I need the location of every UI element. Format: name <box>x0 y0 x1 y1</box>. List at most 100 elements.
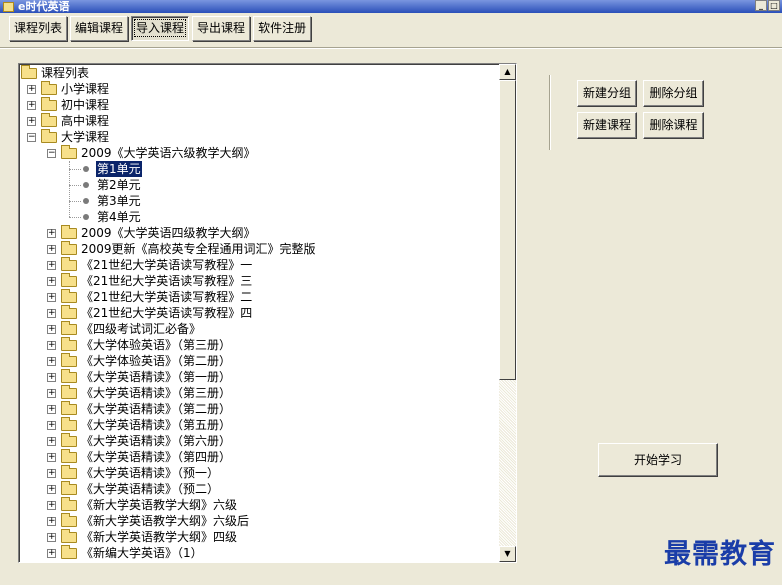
collapse-icon[interactable]: − <box>47 149 56 158</box>
tree-leaf[interactable]: 第4单元 <box>19 209 500 225</box>
delete-group-button[interactable]: 删除分组 <box>643 80 704 107</box>
toolbar-button[interactable]: 导出课程 <box>192 16 251 41</box>
expand-icon[interactable]: + <box>47 229 56 238</box>
tree-node[interactable]: + 《大学英语精读》（第一册） <box>19 369 500 385</box>
tree-leaf[interactable]: 第1单元 <box>19 161 500 177</box>
tree-node[interactable]: + 《大学英语精读》（第三册） <box>19 385 500 401</box>
expand-icon[interactable]: + <box>47 421 56 430</box>
folder-icon <box>61 225 77 239</box>
expand-icon[interactable]: + <box>47 357 56 366</box>
expand-icon[interactable]: + <box>47 501 56 510</box>
tree-node[interactable]: + 《新大学英语教学大纲》六级 <box>19 497 500 513</box>
toolbar-button-label: 软件注册 <box>258 21 307 35</box>
folder-icon <box>61 433 77 447</box>
expand-icon[interactable]: + <box>47 517 56 526</box>
folder-icon <box>41 113 57 127</box>
tree-node[interactable]: + 高中课程 <box>19 113 500 129</box>
delete-course-button[interactable]: 删除课程 <box>643 112 704 139</box>
tree-node[interactable]: + 《大学体验英语》（第三册） <box>19 337 500 353</box>
tree-node-label: 第4单元 <box>97 210 141 224</box>
expand-icon[interactable]: + <box>47 245 56 254</box>
folder-icon <box>61 145 77 159</box>
bullet-icon <box>83 166 89 172</box>
toolbar-button-label: 编辑课程 <box>75 21 124 35</box>
tree-node[interactable]: +2009《大学英语四级教学大纲》 <box>19 225 500 241</box>
tree-node[interactable]: + 《21世纪大学英语读写教程》四 <box>19 305 500 321</box>
tree-node[interactable]: + 《大学英语精读》（第四册） <box>19 449 500 465</box>
tree-node[interactable]: + 《四级考试词汇必备》 <box>19 321 500 337</box>
scroll-up-button[interactable]: ▲ <box>499 64 516 80</box>
folder-icon <box>61 241 77 255</box>
new-group-button[interactable]: 新建分组 <box>577 80 637 107</box>
bullet-icon <box>83 182 89 188</box>
expand-icon[interactable]: + <box>47 453 56 462</box>
maximize-button[interactable]: □ <box>768 0 780 11</box>
expand-icon[interactable]: + <box>47 389 56 398</box>
toolbar-button[interactable]: 编辑课程 <box>70 16 129 41</box>
expand-icon[interactable]: + <box>27 85 36 94</box>
expand-icon[interactable]: + <box>47 533 56 542</box>
tree-node[interactable]: + 《大学英语精读》（第五册） <box>19 417 500 433</box>
bullet-icon <box>83 198 89 204</box>
tree-node[interactable]: + 《新大学英语教学大纲》六级后 <box>19 513 500 529</box>
tree-node[interactable]: + 《大学英语精读》（预二） <box>19 481 500 497</box>
tree-scrollbar[interactable]: ▲ ▼ <box>499 64 516 562</box>
tree-node[interactable]: + 《新大学英语教学大纲》四级 <box>19 529 500 545</box>
tree-node-label: 课程列表 <box>41 66 90 80</box>
tree-node[interactable]: − 2009《大学英语六级教学大纲》 <box>19 145 500 161</box>
course-tree-panel: 课程列表 + 小学课程 + 初中课程 + 高中课程 − 大学课程 −2009《大学英语六级教学大纲… <box>18 63 517 563</box>
tree-node-label: 《21世纪大学英语读写教程》四 <box>81 306 253 320</box>
expand-icon[interactable]: + <box>47 293 56 302</box>
tree-node[interactable]: + 《大学英语精读》（第六册） <box>19 433 500 449</box>
tree-node-label: 《大学体验英语》（第三册） <box>81 338 232 352</box>
tree-node-label: 《四级考试词汇必备》 <box>81 322 202 336</box>
tree-node[interactable]: + 初中课程 <box>19 97 500 113</box>
expand-icon[interactable]: + <box>27 117 36 126</box>
scroll-thumb[interactable] <box>499 80 516 380</box>
toolbar-button-label: 课程列表 <box>14 21 63 35</box>
expand-icon[interactable]: + <box>47 277 56 286</box>
expand-icon[interactable]: + <box>27 101 36 110</box>
start-study-button[interactable]: 开始学习 <box>598 443 718 477</box>
expand-icon[interactable]: + <box>47 325 56 334</box>
toolbar-button[interactable]: 软件注册 <box>253 16 312 41</box>
folder-icon <box>61 449 77 463</box>
tree-node[interactable]: +2009更新《高校英专全程通用词汇》完整版 <box>19 241 500 257</box>
tree-node[interactable]: + 《新编大学英语》（1） <box>19 545 500 561</box>
tree-connector <box>69 169 81 170</box>
toolbar-button-label: 导出课程 <box>197 21 246 35</box>
tree-node[interactable]: + 《21世纪大学英语读写教程》一 <box>19 257 500 273</box>
collapse-icon[interactable]: − <box>27 133 36 142</box>
expand-icon[interactable]: + <box>47 485 56 494</box>
tree-node[interactable]: + 小学课程 <box>19 81 500 97</box>
minimize-button[interactable]: _ <box>755 0 767 11</box>
tree-root[interactable]: 课程列表 <box>19 65 500 81</box>
tree-connector <box>69 185 81 186</box>
folder-icon <box>61 353 77 367</box>
tree-node[interactable]: − 大学课程 <box>19 129 500 145</box>
expand-icon[interactable]: + <box>47 405 56 414</box>
expand-icon[interactable]: + <box>47 437 56 446</box>
expand-icon[interactable]: + <box>47 309 56 318</box>
tree-node-label: 《大学英语精读》（第六册） <box>81 434 232 448</box>
tree-leaf[interactable]: 第2单元 <box>19 177 500 193</box>
scroll-down-button[interactable]: ▼ <box>499 546 516 562</box>
expand-icon[interactable]: + <box>47 341 56 350</box>
toolbar-button[interactable]: 课程列表 <box>9 16 68 41</box>
window-title: e时代英语 <box>18 0 70 13</box>
tree-node-label: 第2单元 <box>97 178 141 192</box>
toolbar-button-label: 导入课程 <box>134 19 187 37</box>
new-course-button[interactable]: 新建课程 <box>577 112 637 139</box>
expand-icon[interactable]: + <box>47 469 56 478</box>
expand-icon[interactable]: + <box>47 261 56 270</box>
tree-node[interactable]: + 《21世纪大学英语读写教程》二 <box>19 289 500 305</box>
tree-node[interactable]: + 《21世纪大学英语读写教程》三 <box>19 273 500 289</box>
expand-icon[interactable]: + <box>47 549 56 558</box>
expand-icon[interactable]: + <box>47 373 56 382</box>
toolbar-button[interactable]: 导入课程 <box>131 16 190 41</box>
tree-node[interactable]: + 《大学体验英语》（第二册） <box>19 353 500 369</box>
tree-node[interactable]: + 《大学英语精读》（预一） <box>19 465 500 481</box>
tree-leaf[interactable]: 第3单元 <box>19 193 500 209</box>
tree-node[interactable]: + 《大学英语精读》（第二册） <box>19 401 500 417</box>
folder-icon <box>61 401 77 415</box>
